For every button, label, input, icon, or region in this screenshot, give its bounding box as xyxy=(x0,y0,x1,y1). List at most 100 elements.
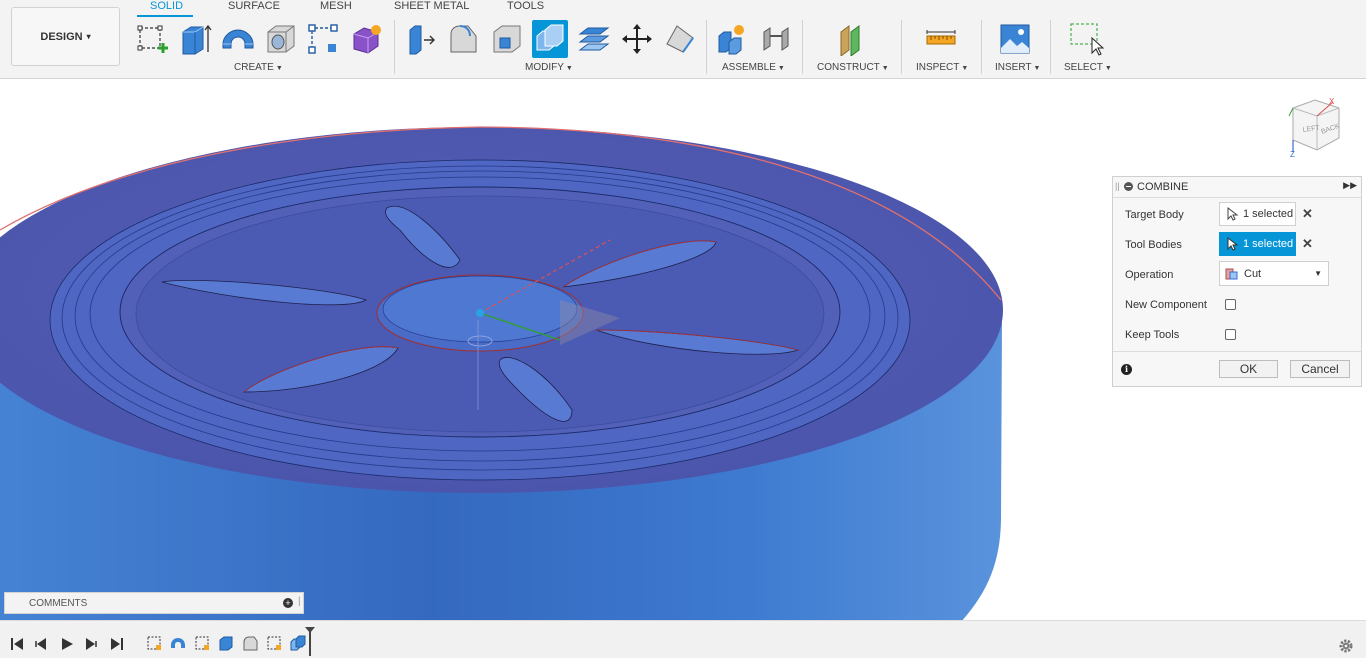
construct-menu[interactable]: CONSTRUCT ▼ xyxy=(817,62,889,73)
joint-button[interactable] xyxy=(758,20,794,58)
insert-canvas-button[interactable] xyxy=(997,20,1033,58)
dialog-title: COMBINE xyxy=(1137,181,1189,193)
combine-icon xyxy=(536,24,564,51)
timeline-sketch-icon[interactable] xyxy=(194,635,210,651)
drag-handle-icon[interactable]: | xyxy=(298,596,301,607)
create-menu-label: CREATE xyxy=(234,62,274,73)
draft-icon xyxy=(666,25,694,53)
info-icon[interactable]: i xyxy=(1121,364,1132,375)
new-component-checkbox[interactable] xyxy=(1225,299,1236,310)
toolbar-divider xyxy=(901,20,902,74)
operation-dropdown[interactable]: Cut ▼ xyxy=(1219,261,1329,286)
revolve-icon xyxy=(222,29,254,49)
next-icon[interactable] xyxy=(84,637,98,651)
hole-button[interactable] xyxy=(263,20,299,58)
joint-icon xyxy=(763,27,789,51)
assemble-menu-label: ASSEMBLE xyxy=(722,62,776,73)
cursor-arrow-icon xyxy=(1227,237,1239,251)
expand-icon[interactable]: ▶▶ xyxy=(1343,180,1357,191)
modify-menu-label: MODIFY xyxy=(525,62,564,73)
window-select-button[interactable] xyxy=(1068,20,1104,58)
clear-target-body-icon[interactable]: ✕ xyxy=(1302,206,1313,222)
create-menu[interactable]: CREATE ▼ xyxy=(234,62,283,73)
combine-dialog: || COMBINE ▶▶ Target Body 1 selected ✕ T… xyxy=(1112,176,1362,387)
timeline-revolve-icon[interactable] xyxy=(170,635,186,651)
offset-plane-button[interactable] xyxy=(834,20,870,58)
select-menu-label: SELECT xyxy=(1064,62,1103,73)
select-menu[interactable]: SELECT ▼ xyxy=(1064,62,1112,73)
move-icon xyxy=(622,24,652,54)
comments-panel[interactable]: COMMENTS + | xyxy=(4,592,304,614)
previous-icon[interactable] xyxy=(34,637,48,651)
timeline-sketch-icon[interactable] xyxy=(266,635,282,651)
timeline-extrude-icon[interactable] xyxy=(218,635,234,651)
pattern-button[interactable] xyxy=(305,20,341,58)
pattern-icon xyxy=(308,24,338,54)
toolbar-divider xyxy=(394,20,395,74)
cut-operation-icon xyxy=(1225,268,1238,279)
svg-text:Z: Z xyxy=(1290,150,1295,158)
chevron-down-icon: ▼ xyxy=(1033,65,1041,72)
shell-button[interactable] xyxy=(489,20,525,58)
shell-icon xyxy=(493,25,521,53)
drag-handle-icon[interactable]: || xyxy=(1115,181,1120,191)
active-tab-indicator xyxy=(137,15,193,17)
target-body-selector[interactable]: 1 selected xyxy=(1219,202,1296,226)
toolbar-divider xyxy=(802,20,803,74)
insert-menu[interactable]: INSERT ▼ xyxy=(995,62,1040,73)
toolbar-divider xyxy=(706,20,707,74)
workspace-label: DESIGN xyxy=(40,30,83,43)
offset-plane-icon xyxy=(840,25,860,56)
inspect-menu[interactable]: INSPECT ▼ xyxy=(916,62,968,73)
timeline-fillet-icon[interactable] xyxy=(242,635,258,651)
first-icon[interactable] xyxy=(10,637,24,651)
play-icon[interactable] xyxy=(60,637,74,651)
cursor-arrow-icon xyxy=(1227,207,1239,221)
ok-button[interactable]: OK xyxy=(1219,360,1278,378)
target-body-value: 1 selected xyxy=(1243,208,1294,220)
tab-solid[interactable]: SOLID xyxy=(150,0,183,16)
cancel-button[interactable]: Cancel xyxy=(1290,360,1350,378)
add-comment-icon[interactable]: + xyxy=(283,598,293,608)
new-component-button[interactable] xyxy=(714,20,750,58)
combine-button[interactable] xyxy=(532,20,568,58)
offset-face-button[interactable] xyxy=(576,20,612,58)
inspect-menu-label: INSPECT xyxy=(916,62,960,73)
press-pull-button[interactable] xyxy=(403,20,439,58)
revolve-button[interactable] xyxy=(220,20,256,58)
create-sketch-button[interactable] xyxy=(135,20,171,58)
clear-tool-bodies-icon[interactable]: ✕ xyxy=(1302,236,1313,252)
keep-tools-checkbox[interactable] xyxy=(1225,329,1236,340)
chevron-down-icon: ▾ xyxy=(86,32,91,41)
timeline xyxy=(0,620,1366,658)
combine-dialog-header[interactable]: || COMBINE ▶▶ xyxy=(1113,177,1361,198)
assemble-menu[interactable]: ASSEMBLE ▼ xyxy=(722,62,785,73)
tab-sheet-metal[interactable]: SHEET METAL xyxy=(394,0,469,16)
tab-surface[interactable]: SURFACE xyxy=(228,0,280,16)
toolbar-divider xyxy=(1050,20,1051,74)
workspace-switcher-button[interactable]: DESIGN ▾ xyxy=(11,7,120,66)
extrude-button[interactable] xyxy=(178,20,214,58)
tab-mesh[interactable]: MESH xyxy=(320,0,352,16)
tool-bodies-label: Tool Bodies xyxy=(1125,239,1182,251)
viewcube[interactable]: LEFT BACK Z X xyxy=(1283,96,1347,158)
chevron-down-icon: ▼ xyxy=(961,65,969,72)
last-icon[interactable] xyxy=(110,637,124,651)
operation-value: Cut xyxy=(1244,267,1262,280)
toolbar-divider xyxy=(981,20,982,74)
create-form-button[interactable] xyxy=(348,20,384,58)
timeline-marker[interactable] xyxy=(304,626,316,656)
settings-gear-icon[interactable] xyxy=(1338,638,1354,654)
fillet-button[interactable] xyxy=(446,20,482,58)
tab-tools[interactable]: TOOLS xyxy=(507,0,544,16)
chevron-down-icon: ▼ xyxy=(565,65,573,72)
toolbar: DESIGN ▾ SOLID SURFACE MESH SHEET METAL … xyxy=(0,0,1366,79)
hole-icon xyxy=(267,25,295,53)
move-copy-button[interactable] xyxy=(619,20,655,58)
timeline-sketch-icon[interactable] xyxy=(146,635,162,651)
draft-button[interactable] xyxy=(662,20,698,58)
modify-menu[interactable]: MODIFY ▼ xyxy=(525,62,573,73)
chevron-down-icon: ▼ xyxy=(1104,65,1112,72)
measure-button[interactable] xyxy=(923,20,959,58)
tool-bodies-selector[interactable]: 1 selected xyxy=(1219,232,1296,256)
